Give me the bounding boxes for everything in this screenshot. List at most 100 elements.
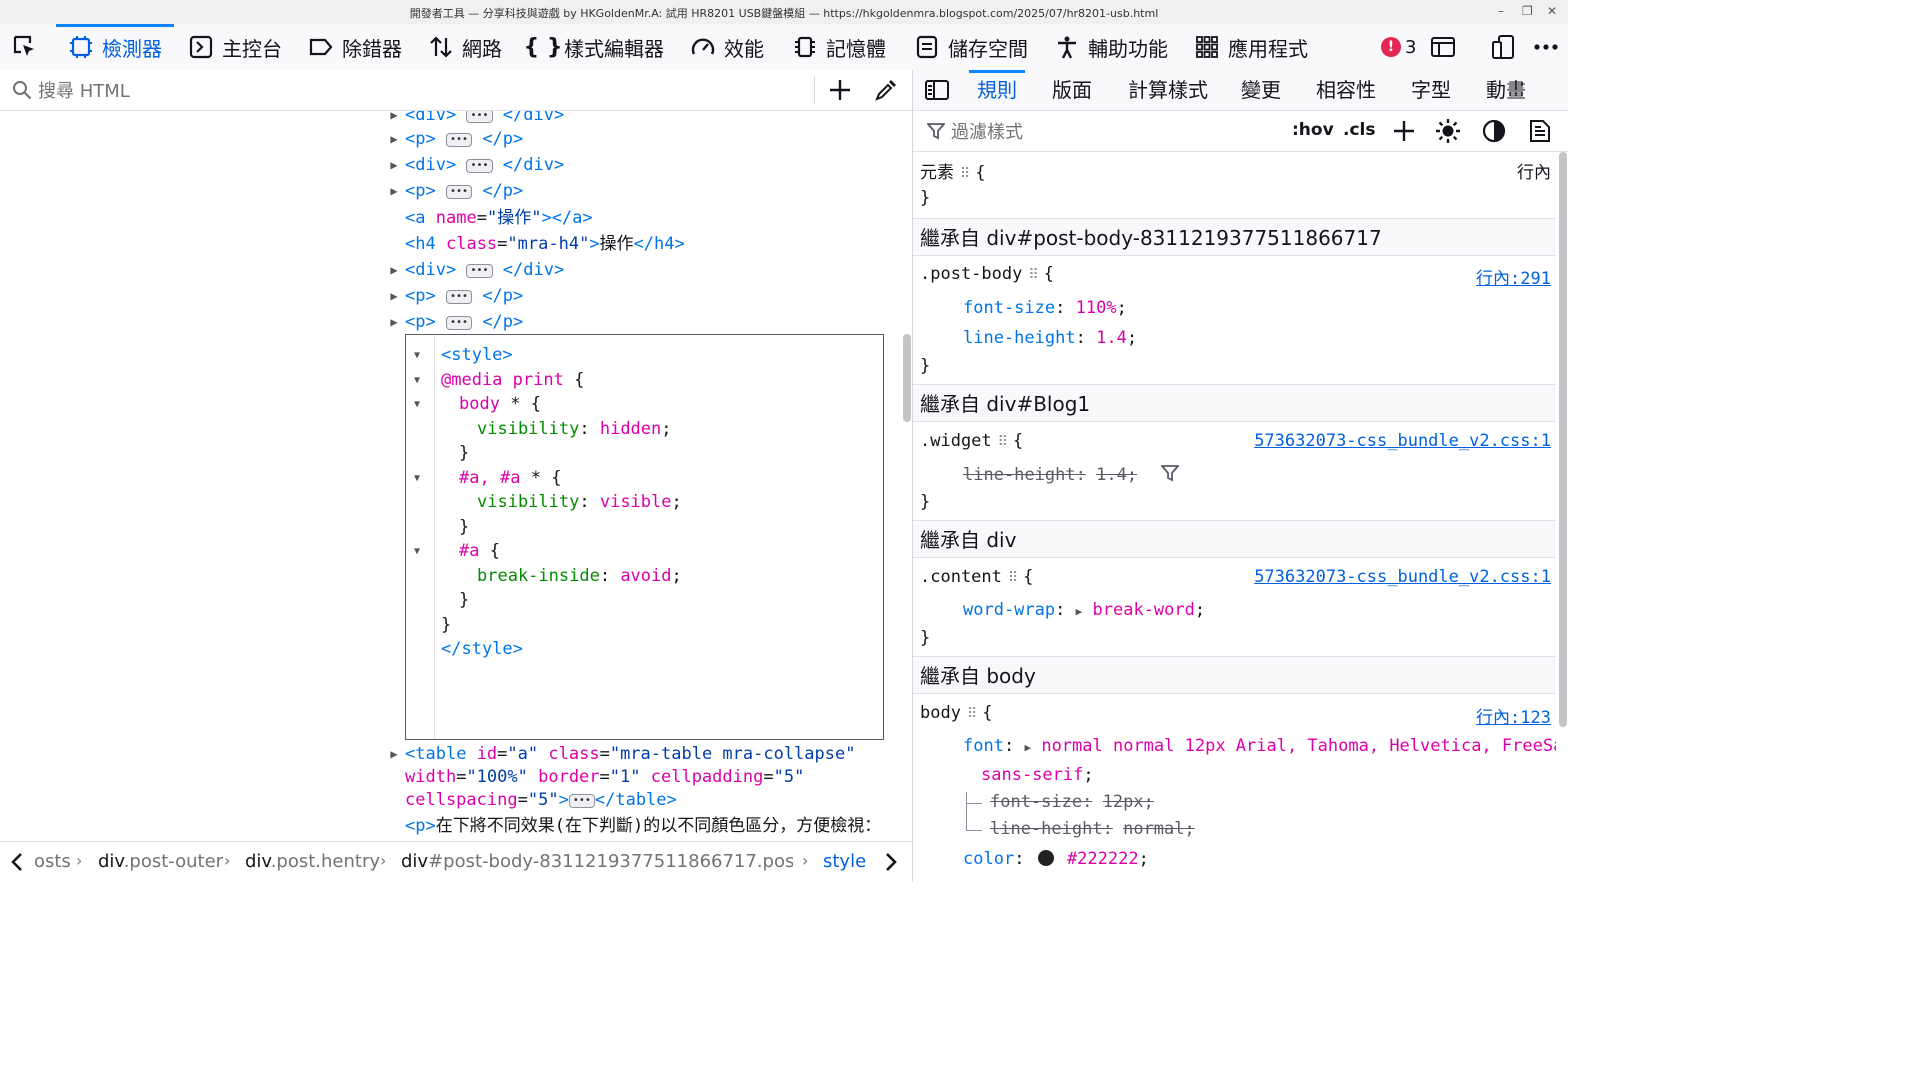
collapsed-ellipsis[interactable]: ••• bbox=[466, 264, 493, 278]
tab-layout[interactable]: 版面 bbox=[1052, 70, 1092, 110]
collapsed-ellipsis[interactable]: ••• bbox=[446, 133, 473, 147]
dark-scheme-button[interactable] bbox=[1482, 119, 1506, 148]
drag-grip-icon[interactable]: ⠿ bbox=[960, 166, 970, 182]
fold-arrow-icon[interactable]: ▼ bbox=[414, 546, 420, 557]
expand-triangle-icon[interactable]: ▶ bbox=[389, 309, 399, 335]
add-rule-button[interactable] bbox=[1392, 119, 1416, 148]
markup-scrollbar[interactable] bbox=[903, 334, 911, 422]
fold-arrow-icon[interactable]: ▼ bbox=[414, 375, 420, 386]
tab-rules[interactable]: 規則 bbox=[969, 70, 1025, 110]
fold-arrow-icon[interactable]: ▼ bbox=[414, 350, 420, 361]
network-arrows-icon bbox=[428, 34, 454, 60]
declaration[interactable]: color: #222222; bbox=[963, 849, 1149, 869]
error-count-badge[interactable]: ! 3 bbox=[1381, 24, 1416, 70]
breadcrumb-scroll-left-icon[interactable] bbox=[10, 852, 24, 877]
style-element-editor[interactable]: ▼ ▼ ▼ ▼ ▼ <style> @media print { body * … bbox=[405, 334, 884, 740]
tab-debugger[interactable]: 除錯器 bbox=[308, 24, 402, 70]
tab-inspector[interactable]: 檢測器 bbox=[56, 24, 174, 70]
markup-search-bar bbox=[0, 70, 912, 111]
breadcrumb-item[interactable]: div#post-body-8311219377511866717.post-b… bbox=[401, 851, 793, 872]
search-html-input[interactable] bbox=[36, 78, 800, 104]
close-window-button[interactable]: ✕ bbox=[1547, 4, 1557, 18]
breadcrumb-scroll-right-icon[interactable] bbox=[884, 852, 898, 877]
overridden-declaration[interactable]: line-height: 1.4; bbox=[963, 464, 1181, 487]
toggle-sidebar-button[interactable] bbox=[925, 79, 949, 106]
error-count: 3 bbox=[1405, 36, 1417, 58]
collapsed-ellipsis[interactable]: ••• bbox=[466, 111, 493, 123]
expand-triangle-icon[interactable]: ▶ bbox=[389, 178, 399, 204]
drag-grip-icon[interactable]: ⠿ bbox=[998, 434, 1008, 450]
console-icon bbox=[188, 34, 214, 60]
fold-arrow-icon[interactable]: ▼ bbox=[414, 473, 420, 484]
tab-accessibility[interactable]: 輔助功能 bbox=[1054, 24, 1168, 70]
tab-computed[interactable]: 計算樣式 bbox=[1128, 70, 1208, 110]
element-picker-button[interactable] bbox=[12, 24, 38, 70]
more-options-button[interactable] bbox=[1533, 24, 1559, 70]
breadcrumb-item[interactable]: div.post-outer bbox=[98, 851, 223, 872]
rule-selector[interactable]: body ⠿{ bbox=[920, 703, 992, 723]
add-node-button[interactable] bbox=[828, 78, 852, 107]
code-line: } bbox=[459, 517, 470, 537]
light-scheme-button[interactable] bbox=[1435, 118, 1461, 149]
tab-network[interactable]: 網路 bbox=[428, 24, 502, 70]
expand-triangle-icon[interactable]: ▶ bbox=[1024, 741, 1031, 754]
rules-scrollbar[interactable] bbox=[1559, 152, 1567, 727]
collapsed-ellipsis[interactable]: ••• bbox=[446, 290, 473, 304]
tab-changes[interactable]: 變更 bbox=[1241, 70, 1281, 110]
filter-styles-input[interactable] bbox=[949, 120, 1253, 144]
tab-fonts[interactable]: 字型 bbox=[1411, 70, 1451, 110]
minimize-button[interactable]: – bbox=[1498, 4, 1504, 18]
expand-triangle-icon[interactable]: ▶ bbox=[389, 257, 399, 283]
collapsed-ellipsis[interactable]: ••• bbox=[446, 185, 473, 199]
window-title: 開發者工具 — 分享科技與遊戲 by HKGoldenMr.A: 試用 HR82… bbox=[409, 7, 1159, 20]
breadcrumb-item[interactable]: osts bbox=[34, 851, 71, 872]
devtools-toolbar: 檢測器 主控台 除錯器 網路 { } 樣式編輯器 效能 記憶體 儲存空間 輔助功… bbox=[0, 24, 1568, 71]
declaration[interactable]: line-height: 1.4; bbox=[963, 328, 1137, 348]
declaration[interactable]: word-wrap: ▶ break-word; bbox=[963, 600, 1205, 620]
declaration[interactable]: font-size: 110%; bbox=[963, 298, 1127, 318]
filter-icon[interactable] bbox=[1160, 464, 1181, 487]
color-swatch[interactable] bbox=[1037, 850, 1054, 866]
tab-animations[interactable]: 動畫 bbox=[1486, 70, 1526, 110]
rule-selector[interactable]: .post-body ⠿{ bbox=[920, 264, 1054, 284]
expand-triangle-icon[interactable]: ▶ bbox=[1076, 605, 1083, 618]
rule-source-link[interactable]: 573632073-css_bundle_v2.css:1 bbox=[1254, 431, 1551, 451]
tab-memory[interactable]: 記憶體 bbox=[792, 24, 886, 70]
tab-performance[interactable]: 效能 bbox=[690, 24, 764, 70]
split-console-button[interactable] bbox=[1430, 24, 1456, 70]
tab-application[interactable]: 應用程式 bbox=[1194, 24, 1308, 70]
rule-source-link[interactable]: 573632073-css_bundle_v2.css:1 bbox=[1254, 567, 1551, 587]
rule-source-link[interactable]: 行內:123 bbox=[1476, 703, 1551, 728]
tab-compatibility[interactable]: 相容性 bbox=[1316, 70, 1376, 110]
eyedropper-button[interactable] bbox=[874, 78, 898, 107]
print-simulation-button[interactable] bbox=[1529, 119, 1551, 148]
declaration[interactable]: font: ▶ normal normal 12px Arial, Tahoma… bbox=[963, 736, 1556, 756]
expand-triangle-icon[interactable]: ▶ bbox=[389, 283, 399, 309]
rule-source-link[interactable]: 行內:291 bbox=[1476, 264, 1551, 289]
collapsed-ellipsis[interactable]: ••• bbox=[466, 159, 493, 173]
collapsed-ellipsis[interactable]: ••• bbox=[446, 316, 473, 330]
rule-selector[interactable]: .content ⠿{ bbox=[920, 567, 1033, 587]
restore-button[interactable]: ❐ bbox=[1522, 4, 1533, 18]
expand-triangle-icon[interactable]: ▶ bbox=[389, 126, 399, 152]
fold-arrow-icon[interactable]: ▼ bbox=[414, 399, 420, 410]
shorthand-tree-line bbox=[966, 830, 982, 831]
tab-console[interactable]: 主控台 bbox=[188, 24, 282, 70]
responsive-design-button[interactable] bbox=[1490, 24, 1516, 70]
element-rule-selector[interactable]: 元素 ⠿{ bbox=[920, 158, 986, 183]
expand-triangle-icon[interactable]: ▶ bbox=[389, 152, 399, 178]
hov-toggle[interactable]: :hov bbox=[1292, 120, 1334, 140]
collapsed-ellipsis[interactable]: ••• bbox=[568, 794, 595, 808]
tab-storage[interactable]: 儲存空間 bbox=[914, 24, 1028, 70]
drag-grip-icon[interactable]: ⠿ bbox=[967, 706, 977, 722]
rule-selector[interactable]: .widget ⠿{ bbox=[920, 431, 1023, 451]
search-icon bbox=[12, 80, 32, 105]
drag-grip-icon[interactable]: ⠿ bbox=[1008, 570, 1018, 586]
tab-label: 應用程式 bbox=[1228, 36, 1308, 61]
breadcrumb-item-selected[interactable]: style bbox=[823, 851, 866, 872]
cls-toggle[interactable]: .cls bbox=[1343, 120, 1375, 140]
tab-style-editor[interactable]: { } 樣式編輯器 bbox=[524, 24, 664, 70]
breadcrumb-item[interactable]: div.post.hentry bbox=[245, 851, 380, 872]
expand-triangle-icon[interactable]: ▶ bbox=[389, 741, 399, 767]
drag-grip-icon[interactable]: ⠿ bbox=[1028, 267, 1038, 283]
